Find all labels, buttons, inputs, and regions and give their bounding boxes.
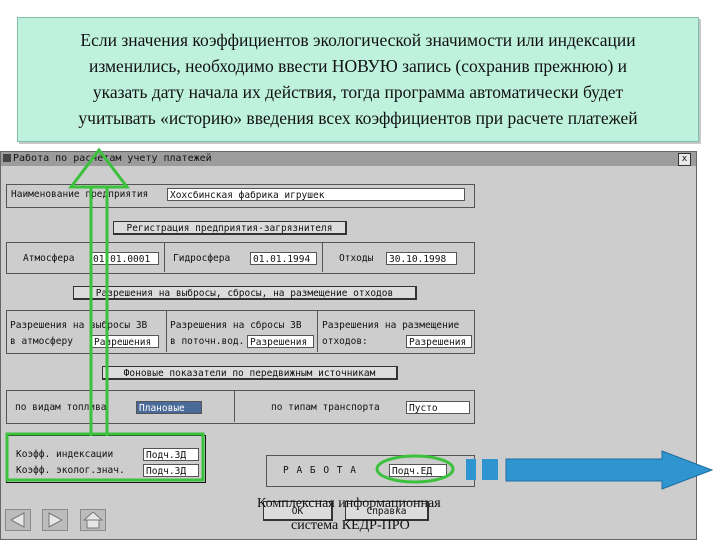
background-indicators-button[interactable]: Фоновые показатели по передвижным источн… [102, 366, 398, 380]
triangle-left-icon [9, 512, 25, 528]
nav-prev-button[interactable] [5, 509, 31, 531]
home-icon [82, 511, 104, 529]
waste-label: Отходы [339, 253, 374, 264]
enterprise-label: Наименование предприятия [11, 189, 149, 200]
work-label: Р А Б О Т А [283, 465, 357, 476]
transport-type-field[interactable]: Пусто [406, 401, 470, 414]
permits-water-sub-label: в поточн.вод. [170, 336, 245, 347]
note-line-4: учитывать «историю» введения всех коэффи… [78, 108, 638, 128]
enterprise-name-field[interactable]: Хохсбинская фабрика игрушек [167, 188, 465, 201]
note-line-1: Если значения коэффициентов экологическо… [80, 30, 636, 50]
window-title: Работа по расчетам учету платежей [13, 153, 212, 164]
ecology-coef-label: Коэфф. эколог.знач. [16, 465, 125, 476]
triangle-right-icon [48, 512, 64, 528]
note-line-2: изменились, необходимо ввести НОВУЮ запи… [88, 56, 628, 76]
brand-line-1: Комплексная информационная [257, 496, 441, 511]
note-line-3: указать дату начала их действия, тогда п… [92, 82, 624, 102]
waste-date-field[interactable]: 30.10.1998 [386, 252, 457, 265]
instruction-note: Если значения коэффициентов экологическо… [17, 17, 699, 142]
fuel-type-field[interactable]: Плановые [136, 401, 202, 414]
permits-button[interactable]: Разрешения на выбросы, сбросы, на размещ… [73, 286, 417, 300]
fuel-type-label: по видам топлива [15, 402, 107, 413]
permits-waste-label: Разрешения на размещение [322, 320, 460, 331]
hydrosphere-label: Гидросфера [173, 253, 231, 264]
registration-button[interactable]: Регистрация предприятия-загрязнителя [113, 221, 347, 235]
index-coef-field[interactable]: Подч.ЗД [143, 448, 199, 461]
permits-air-sub-label: в атмосферу [10, 336, 73, 347]
nav-next-button[interactable] [42, 509, 68, 531]
app-window: Работа по расчетам учету платежей x Наим… [0, 151, 697, 540]
work-field[interactable]: Подч.ЕД [389, 464, 447, 477]
window-titlebar: Работа по расчетам учету платежей x [1, 152, 696, 166]
permits-water-label: Разрешения на сбросы ЗВ [170, 320, 302, 331]
ecology-coef-field[interactable]: Подч.ЗД [143, 464, 199, 477]
close-button[interactable]: x [678, 153, 691, 166]
atmosphere-date-field[interactable]: 01.01.0001 [90, 252, 159, 265]
permits-waste-sub-label: отходов: [322, 336, 368, 347]
transport-type-label: по типам транспорта [271, 402, 380, 413]
nav-home-button[interactable] [80, 509, 106, 531]
index-coef-label: Коэфф. индексации [16, 449, 114, 460]
permits-air-field[interactable]: Разрешения [91, 335, 159, 348]
system-menu-icon[interactable] [3, 154, 11, 162]
permits-waste-field[interactable]: Разрешения [406, 335, 472, 348]
permits-water-field[interactable]: Разрешения [247, 335, 314, 348]
permits-air-label: Разрешения на выбросы ЗВ [10, 320, 148, 331]
hydrosphere-date-field[interactable]: 01.01.1994 [250, 252, 317, 265]
brand-line-2: система КЕДР-ПРО [291, 518, 410, 533]
atmosphere-label: Атмосфера [23, 253, 75, 264]
